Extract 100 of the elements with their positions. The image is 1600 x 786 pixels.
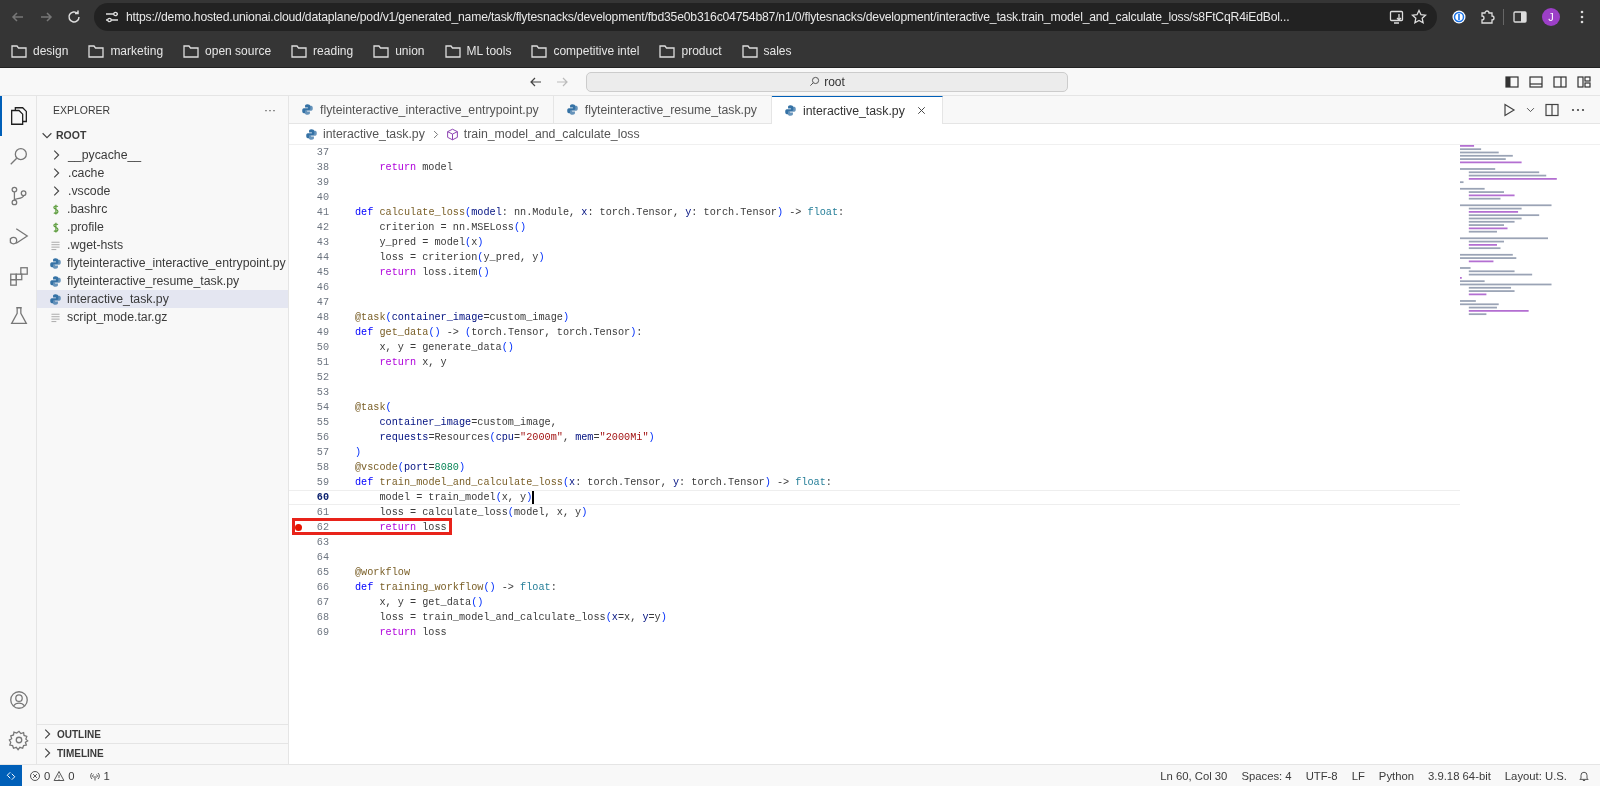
code-line: @task( (355, 402, 392, 413)
remote-icon (5, 769, 17, 782)
status-item[interactable]: LF (1344, 769, 1372, 782)
file-tree-item[interactable]: script_mode.tar.gz (37, 308, 288, 326)
problems-button[interactable]: 0 0 (22, 769, 82, 782)
install-icon[interactable] (1389, 9, 1405, 25)
address-bar[interactable] (94, 3, 1437, 31)
file-tree-item[interactable]: .wget-hsts (37, 236, 288, 254)
settings-icon[interactable] (8, 729, 30, 751)
line-number: 43 (315, 237, 329, 248)
python-file-icon (49, 292, 62, 306)
code-line: @vscode(port=8080) (355, 462, 466, 473)
line-number: 67 (315, 597, 329, 608)
more-actions-button[interactable]: ··· (264, 103, 276, 117)
line-number: 55 (315, 417, 329, 428)
code-line: @task(container_image=custom_image) (355, 312, 569, 323)
account-icon[interactable] (8, 689, 30, 711)
python-file-icon (49, 256, 62, 270)
remote-button[interactable] (0, 765, 22, 786)
root-folder-header[interactable]: ROOT (37, 124, 288, 146)
editor-tab[interactable]: flyteinteractive_resume_task.py (553, 96, 772, 123)
line-number: 46 (315, 282, 329, 293)
folder-icon (659, 43, 676, 58)
ports-button[interactable]: 1 (81, 769, 117, 782)
python-file-icon (784, 104, 797, 117)
breadcrumb-file[interactable]: interactive_task.py (323, 127, 425, 141)
code-line: @workflow (355, 567, 411, 578)
file-tree-item[interactable]: .vscode (37, 182, 288, 200)
folder-icon (373, 43, 390, 58)
editor-tab[interactable]: flyteinteractive_interactive_entrypoint.py (289, 96, 554, 123)
code-line: ) (355, 447, 362, 458)
code-line: return loss.item() (378, 267, 490, 278)
star-icon[interactable] (1411, 9, 1427, 25)
line-number: 56 (315, 432, 329, 443)
status-item[interactable]: Python (1371, 769, 1421, 782)
site-settings-icon[interactable] (104, 9, 120, 25)
line-number: 39 (315, 177, 329, 188)
python-file-icon (301, 103, 314, 116)
status-item[interactable]: Layout: U.S. (1497, 769, 1574, 782)
editor-tab[interactable]: interactive_task.py (772, 96, 943, 124)
line-number: 45 (315, 267, 329, 278)
bookmark-folder[interactable]: competitive intel (526, 40, 645, 61)
line-number: 53 (315, 387, 329, 398)
line-number: 38 (315, 162, 329, 173)
error-icon (29, 769, 41, 782)
bookmark-folder[interactable]: ML tools (439, 40, 517, 61)
file-tree-item[interactable]: flyteinteractive_interactive_entrypoint.py (37, 254, 288, 272)
bookmark-folder[interactable]: open source (178, 40, 277, 61)
line-number: 49 (315, 327, 329, 338)
line-number: 62 (315, 522, 329, 533)
status-item[interactable]: 3.9.18 64-bit (1421, 769, 1498, 782)
line-number: 48 (315, 312, 329, 323)
folder-icon (444, 43, 461, 58)
line-number: 65 (315, 567, 329, 578)
file-tree-item[interactable]: flyteinteractive_resume_task.py (37, 272, 288, 290)
status-item[interactable]: UTF-8 (1298, 769, 1345, 782)
code-line: return model (378, 162, 453, 173)
breakpoint-dot[interactable] (294, 524, 302, 531)
line-number: 40 (315, 192, 329, 203)
line-number: 66 (315, 582, 329, 593)
folder-icon (291, 43, 308, 58)
warning-icon (53, 769, 66, 782)
section-header[interactable]: OUTLINE (37, 724, 288, 743)
profile-avatar[interactable]: J (1542, 8, 1560, 26)
folder-icon (741, 43, 758, 58)
code-line: loss = calculate_loss(model, x, y) (378, 507, 588, 518)
line-number: 51 (315, 357, 329, 368)
breadcrumb-symbol[interactable]: train_model_and_calculate_loss (463, 127, 640, 141)
bell-icon[interactable] (1578, 769, 1590, 782)
line-number: 57 (315, 447, 329, 458)
bookmark-folder[interactable]: sales (736, 40, 797, 61)
file-tree-item[interactable]: __pycache__ (37, 146, 288, 164)
bookmark-folder[interactable]: design (6, 40, 74, 61)
line-number: 50 (315, 342, 329, 353)
python-file-icon (565, 103, 579, 116)
folder-icon (183, 43, 200, 58)
bookmark-folder[interactable]: union (368, 40, 430, 61)
command-center-search[interactable]: root (586, 71, 1068, 92)
bookmark-folder[interactable]: reading (286, 40, 359, 61)
line-number: 64 (315, 552, 329, 563)
status-item[interactable]: Ln 60, Col 30 (1153, 769, 1235, 782)
bookmark-folder[interactable]: product (654, 40, 727, 61)
code-line: def get_data() -> (torch.Tensor, torch.Tensor): (355, 327, 643, 338)
bookmark-folder[interactable]: marketing (83, 40, 169, 61)
file-tree-item[interactable]: .profile (37, 218, 288, 236)
line-number: 42 (315, 222, 329, 233)
code-line: return loss (378, 522, 447, 533)
code-line: return x, y (378, 357, 447, 368)
status-item[interactable]: Spaces: 4 (1234, 769, 1299, 782)
cube-icon (445, 127, 459, 141)
folder-icon (531, 43, 548, 58)
code-line: loss = train_model_and_calculate_loss(x=x, y=y) (378, 612, 667, 623)
file-tree-item[interactable]: .cache (37, 164, 288, 182)
section-header[interactable]: TIMELINE (37, 743, 288, 762)
line-number: 68 (315, 612, 329, 623)
line-number: 41 (315, 207, 329, 218)
file-tree-item[interactable]: .bashrc (37, 200, 288, 218)
code-line: x, y = generate_data() (378, 342, 514, 353)
file-tree-item[interactable]: interactive_task.py (37, 290, 288, 308)
code-line: y_pred = model(x) (378, 237, 484, 248)
